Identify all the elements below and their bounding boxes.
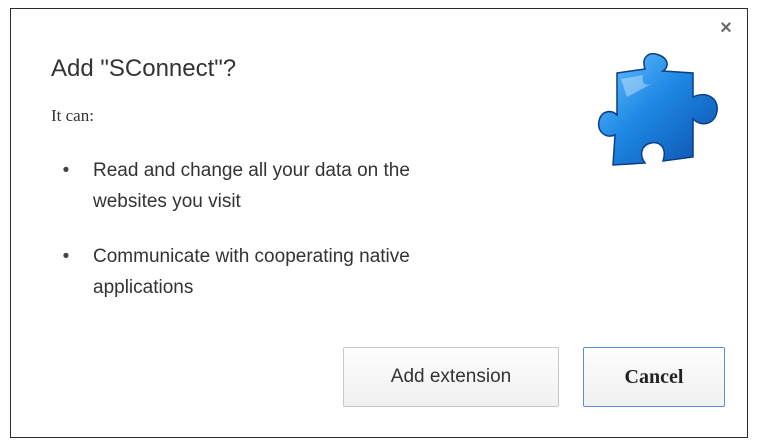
permission-item: • Communicate with cooperating native ap… [61, 241, 521, 303]
permissions-intro: It can: [51, 106, 94, 125]
permission-text-line: websites you visit [93, 191, 241, 212]
bullet-icon: • [62, 160, 70, 181]
close-icon: × [720, 16, 732, 39]
extension-install-dialog: × Add "SConnect"? It can: • Read and cha… [10, 8, 748, 438]
permission-text-line: Communicate with cooperating native [93, 246, 410, 267]
permission-item: • Read and change all your data on the w… [61, 155, 521, 217]
close-button[interactable]: × [715, 17, 737, 39]
permissions-list: • Read and change all your data on the w… [61, 155, 521, 327]
bullet-icon: • [62, 246, 70, 267]
permission-text-line: Read and change all your data on the [93, 160, 410, 181]
add-extension-button[interactable]: Add extension [343, 347, 559, 407]
puzzle-piece-icon [597, 53, 718, 166]
dialog-title: Add "SConnect"? [51, 55, 237, 82]
permission-text-line: applications [93, 277, 194, 298]
cancel-button[interactable]: Cancel [583, 347, 725, 407]
